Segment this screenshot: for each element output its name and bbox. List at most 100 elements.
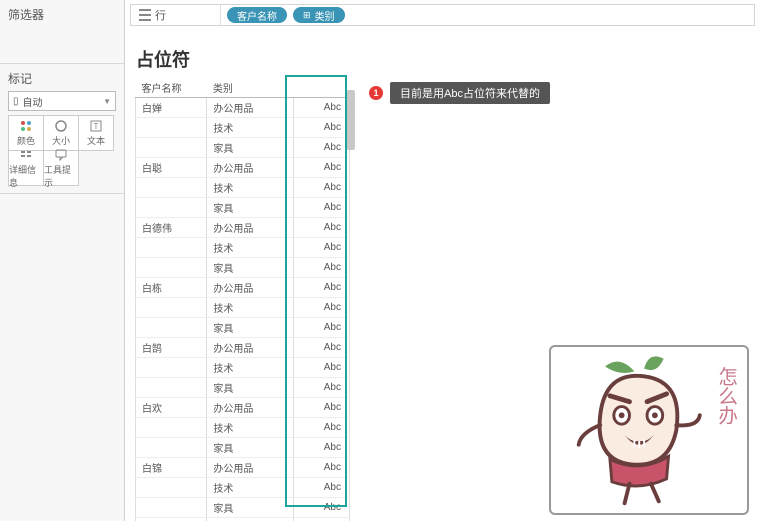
filter-section[interactable]: 筛选器 — [0, 0, 124, 64]
customer-cell: 白德伟 — [136, 218, 207, 238]
table-row[interactable]: 家具Abc — [136, 138, 350, 158]
table-row[interactable]: 白德伟办公用品Abc — [136, 218, 350, 238]
table-row[interactable]: 白鹄办公用品Abc — [136, 338, 350, 358]
placeholder-cell: Abc — [293, 98, 349, 118]
table-row[interactable]: 技术Abc — [136, 118, 350, 138]
customer-cell — [136, 118, 207, 138]
customer-cell — [136, 238, 207, 258]
cartoon-caption: 怎么办 — [715, 367, 738, 426]
placeholder-cell: Abc — [293, 438, 349, 458]
placeholder-cell: Abc — [293, 518, 349, 521]
customer-cell: 白栋 — [136, 278, 207, 298]
table-row[interactable]: 技术Abc — [136, 418, 350, 438]
placeholder-cell: Abc — [293, 258, 349, 278]
table-row[interactable]: 白立办公用品Abc — [136, 518, 350, 521]
table-row[interactable]: 白婵办公用品Abc — [136, 98, 350, 118]
category-cell: 家具 — [207, 318, 294, 338]
table-row[interactable]: 家具Abc — [136, 438, 350, 458]
category-cell: 技术 — [207, 298, 294, 318]
table-row[interactable]: 技术Abc — [136, 478, 350, 498]
col-customer[interactable]: 客户名称 — [136, 78, 207, 98]
color-icon — [19, 119, 33, 133]
annotation-text: 目前是用Abc占位符来代替的 — [390, 82, 550, 104]
placeholder-cell: Abc — [293, 298, 349, 318]
placeholder-cell: Abc — [293, 398, 349, 418]
placeholder-cell: Abc — [293, 218, 349, 238]
customer-cell — [136, 378, 207, 398]
category-cell: 办公用品 — [207, 398, 294, 418]
pill-icon: ⊞ — [303, 10, 311, 21]
category-cell: 家具 — [207, 438, 294, 458]
table-row[interactable]: 家具Abc — [136, 318, 350, 338]
tooltip-card[interactable]: 工具提示 — [43, 150, 79, 186]
table-row[interactable]: 白锦办公用品Abc — [136, 458, 350, 478]
placeholder-cell: Abc — [293, 338, 349, 358]
placeholder-cell: Abc — [293, 478, 349, 498]
customer-cell: 白婵 — [136, 98, 207, 118]
marks-section: 标记 ▯ 自动 ▼ 颜色大小T文本详细信息工具提示 — [0, 64, 124, 194]
color-card[interactable]: 颜色 — [8, 115, 44, 151]
placeholder-cell: Abc — [293, 378, 349, 398]
rows-shelf-label: 行 — [155, 7, 166, 23]
placeholder-cell: Abc — [293, 278, 349, 298]
customer-cell — [136, 298, 207, 318]
table-row[interactable]: 家具Abc — [136, 258, 350, 278]
rows-shelf[interactable]: 行 客户名称 ⊞类别 — [130, 4, 755, 26]
annotation-badge: 1 — [369, 86, 383, 100]
table-row[interactable]: 家具Abc — [136, 378, 350, 398]
svg-text:T: T — [94, 122, 99, 131]
category-cell: 技术 — [207, 178, 294, 198]
placeholder-cell: Abc — [293, 118, 349, 138]
filter-label: 筛选器 — [8, 6, 116, 23]
table-row[interactable]: 技术Abc — [136, 178, 350, 198]
category-cell: 家具 — [207, 138, 294, 158]
table-row[interactable]: 家具Abc — [136, 198, 350, 218]
table-row[interactable]: 技术Abc — [136, 298, 350, 318]
marks-label: 标记 — [8, 70, 116, 87]
pill-customer[interactable]: 客户名称 — [227, 7, 287, 23]
table-row[interactable]: 技术Abc — [136, 238, 350, 258]
customer-cell — [136, 198, 207, 218]
pill-category[interactable]: ⊞类别 — [293, 7, 345, 23]
category-cell: 技术 — [207, 118, 294, 138]
category-cell: 家具 — [207, 378, 294, 398]
category-cell: 办公用品 — [207, 278, 294, 298]
text-icon: T — [89, 119, 103, 133]
placeholder-cell: Abc — [293, 158, 349, 178]
category-cell: 技术 — [207, 478, 294, 498]
customer-cell: 白锦 — [136, 458, 207, 478]
customer-cell — [136, 258, 207, 278]
table-row[interactable]: 白栋办公用品Abc — [136, 278, 350, 298]
table-row[interactable]: 白聪办公用品Abc — [136, 158, 350, 178]
chevron-down-icon: ▼ — [103, 97, 111, 106]
placeholder-cell: Abc — [293, 358, 349, 378]
auto-icon: ▯ — [13, 96, 19, 107]
placeholder-cell: Abc — [293, 458, 349, 478]
category-cell: 办公用品 — [207, 98, 294, 118]
table-row[interactable]: 白欢办公用品Abc — [136, 398, 350, 418]
marks-type-select[interactable]: ▯ 自动 ▼ — [8, 91, 116, 111]
col-placeholder — [293, 78, 349, 98]
table-scrollbar[interactable] — [347, 90, 355, 150]
customer-cell — [136, 138, 207, 158]
text-card[interactable]: T文本 — [78, 115, 114, 151]
customer-cell — [136, 438, 207, 458]
table-row[interactable]: 技术Abc — [136, 358, 350, 378]
customer-cell: 白鹄 — [136, 338, 207, 358]
placeholder-cell: Abc — [293, 238, 349, 258]
table-row[interactable]: 家具Abc — [136, 498, 350, 518]
detail-card[interactable]: 详细信息 — [8, 150, 44, 186]
size-card[interactable]: 大小 — [43, 115, 79, 151]
category-cell: 技术 — [207, 358, 294, 378]
category-cell: 家具 — [207, 198, 294, 218]
placeholder-cell: Abc — [293, 318, 349, 338]
marks-type-label: 自动 — [23, 94, 43, 109]
customer-cell — [136, 498, 207, 518]
data-table: 客户名称 类别 白婵办公用品Abc技术Abc家具Abc白聪办公用品Abc技术Ab… — [135, 78, 350, 508]
col-category[interactable]: 类别 — [207, 78, 294, 98]
left-panel: 筛选器 标记 ▯ 自动 ▼ 颜色大小T文本详细信息工具提示 — [0, 0, 125, 521]
customer-cell — [136, 478, 207, 498]
viz-title: 占位符 — [136, 46, 190, 72]
category-cell: 办公用品 — [207, 338, 294, 358]
category-cell: 办公用品 — [207, 218, 294, 238]
